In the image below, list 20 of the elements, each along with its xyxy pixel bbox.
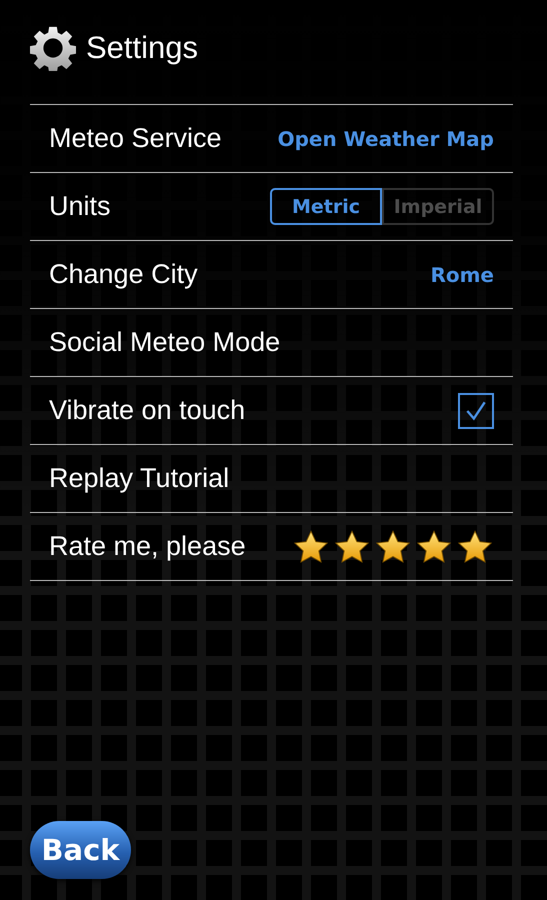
screen-title: Settings	[86, 30, 198, 66]
setting-label[interactable]: Vibrate on touch	[49, 395, 246, 426]
unit-option[interactable]: Metric	[270, 188, 382, 225]
setting-label[interactable]: Units	[49, 191, 111, 222]
star-icon	[415, 528, 453, 564]
star-icon	[333, 528, 371, 564]
checkbox[interactable]	[458, 392, 494, 428]
setting-label[interactable]: Rate me, please	[49, 531, 246, 562]
settings-icon	[30, 25, 76, 71]
setting-value[interactable]: Rome	[430, 262, 494, 286]
star-icon	[456, 528, 494, 564]
setting-value[interactable]: Open Weather Map	[278, 126, 494, 150]
setting-label[interactable]: Replay Tutorial	[49, 463, 230, 494]
setting-label[interactable]: Meteo Service	[49, 123, 222, 154]
setting-label[interactable]: Social Meteo Mode	[49, 327, 280, 358]
star-rating[interactable]	[292, 528, 494, 564]
star-icon	[292, 528, 330, 564]
star-icon	[374, 528, 412, 564]
setting-label[interactable]: Change City	[49, 259, 198, 290]
back-button[interactable]: Back	[30, 821, 131, 879]
